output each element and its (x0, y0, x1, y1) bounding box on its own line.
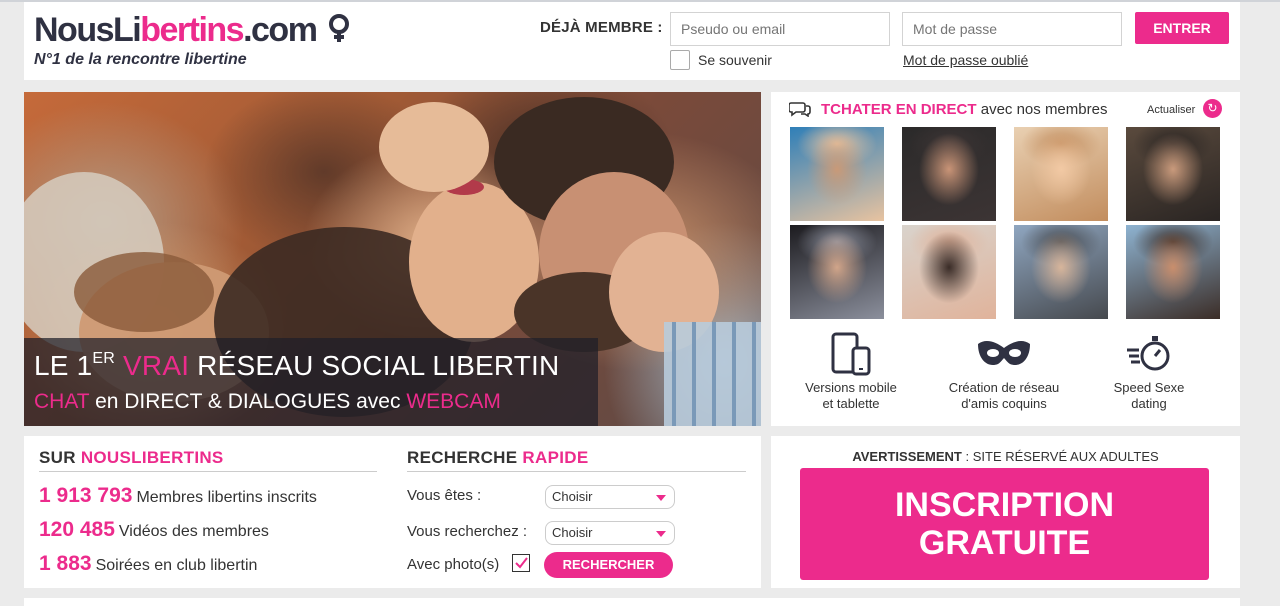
feature-mobile: Versions mobile et tablette (791, 332, 911, 412)
logo-text-pink: bertins (140, 11, 244, 49)
hero-line2-c: WEBCAM (406, 390, 501, 413)
stats-title-b: NOUSLIBERTINS (80, 448, 224, 467)
stat-soirees-value: 1 883 (39, 552, 92, 575)
next-section-strip (24, 598, 1240, 606)
chat-title: TCHATER EN DIRECT avec nos membres (821, 101, 1107, 118)
adult-warning: AVERTISSEMENT : SITE RÉSERVÉ AUX ADULTES (771, 449, 1240, 464)
you-are-select-value: Choisir (552, 489, 593, 504)
remember-label: Se souvenir (698, 52, 772, 68)
refresh-icon[interactable]: ↻ (1203, 99, 1222, 118)
site-logo[interactable]: NousLibertins.com (34, 12, 352, 50)
stopwatch-icon (1127, 336, 1170, 371)
signup-button[interactable]: INSCRIPTION GRATUITE (800, 468, 1209, 580)
warning-rest: : SITE RÉSERVÉ AUX ADULTES (965, 449, 1159, 464)
stat-members-value: 1 913 793 (39, 484, 133, 507)
feature-network-line2: d'amis coquins (961, 396, 1047, 411)
search-button[interactable]: RECHERCHER (544, 552, 673, 578)
mobile-tablet-icon (831, 332, 871, 376)
you-seek-select-value: Choisir (552, 525, 593, 540)
stats-title-a: SUR (39, 448, 76, 467)
member-photo-5[interactable] (790, 225, 884, 319)
member-photo-4[interactable] (1126, 127, 1220, 221)
feature-mobile-line1: Versions mobile (805, 380, 897, 395)
mask-icon (978, 341, 1030, 366)
chat-panel: TCHATER EN DIRECT avec nos membres Actua… (771, 92, 1240, 426)
chevron-down-icon (656, 495, 666, 501)
stat-members: 1 913 793 Membres libertins inscrits (39, 484, 317, 508)
password-input[interactable] (902, 12, 1122, 46)
member-photo-3[interactable] (1014, 127, 1108, 221)
you-are-label: Vous êtes : (407, 487, 482, 504)
you-are-select[interactable]: Choisir (545, 485, 675, 509)
checkmark-icon (515, 557, 528, 569)
signup-line2: GRATUITE (918, 524, 1091, 562)
feature-network-line1: Création de réseau (948, 380, 1060, 395)
you-seek-label: Vous recherchez : (407, 523, 528, 540)
forgot-password-link[interactable]: Mot de passe oublié (903, 52, 1028, 68)
hero-line1-a: LE 1 (34, 350, 93, 381)
hero-headline: LE 1ER VRAI RÉSEAU SOCIAL LIBERTIN (34, 350, 559, 382)
stat-soirees: 1 883 Soirées en club libertin (39, 552, 257, 576)
signup-line1: INSCRIPTION (894, 486, 1115, 524)
stats-divider (39, 471, 377, 472)
stat-videos: 120 485 Vidéos des membres (39, 518, 269, 542)
pseudo-input[interactable] (670, 12, 890, 46)
feature-speed-line1: Speed Sexe (1113, 380, 1185, 395)
hero-banner: LE 1ER VRAI RÉSEAU SOCIAL LIBERTIN CHAT … (24, 92, 761, 426)
refresh-label[interactable]: Actualiser (1147, 104, 1195, 116)
with-photo-label: Avec photo(s) (407, 556, 500, 573)
member-photo-2[interactable] (902, 127, 996, 221)
you-seek-select[interactable]: Choisir (545, 521, 675, 545)
remember-checkbox[interactable] (670, 50, 690, 70)
stat-members-label: Membres libertins inscrits (136, 489, 317, 506)
logo-text-dark: NousLi (34, 11, 142, 49)
hero-line2-b: en DIRECT & DIALOGUES avec (95, 390, 401, 413)
stats-title: SUR NOUSLIBERTINS (39, 448, 224, 468)
tagline: N°1 de la rencontre libertine (34, 51, 247, 68)
member-photo-7[interactable] (1014, 225, 1108, 319)
logo-text-domain: .com (243, 11, 318, 49)
hero-line1-b: VRAI (123, 350, 190, 381)
member-photo-1[interactable] (790, 127, 884, 221)
login-button[interactable]: ENTRER (1135, 12, 1229, 44)
chat-title-rest: avec nos membres (980, 101, 1108, 118)
member-photo-8[interactable] (1126, 225, 1220, 319)
chat-bubble-icon (789, 102, 811, 117)
hero-line2-a: CHAT (34, 390, 90, 413)
search-divider (407, 471, 746, 472)
search-title-a: RECHERCHE (407, 448, 518, 467)
signup-panel: AVERTISSEMENT : SITE RÉSERVÉ AUX ADULTES… (771, 436, 1240, 588)
stats-search-panel: SUR NOUSLIBERTINS 1 913 793 Membres liber… (24, 436, 761, 588)
hero-caption: LE 1ER VRAI RÉSEAU SOCIAL LIBERTIN CHAT … (24, 338, 598, 426)
member-photo-6[interactable] (902, 225, 996, 319)
hero-line1-sup: ER (92, 350, 116, 367)
stat-videos-label: Vidéos des membres (118, 523, 269, 540)
feature-network: Création de réseau d'amis coquins (934, 332, 1074, 412)
login-label: DÉJÀ MEMBRE : (540, 19, 663, 36)
hero-subline: CHAT en DIRECT & DIALOGUES avec WEBCAM (34, 390, 501, 414)
feature-mobile-line2: et tablette (822, 396, 880, 411)
search-title-b: RAPIDE (522, 448, 589, 467)
chevron-down-icon (656, 531, 666, 537)
stat-soirees-label: Soirées en club libertin (95, 557, 258, 574)
with-photo-checkbox[interactable] (512, 554, 530, 572)
warning-bold: AVERTISSEMENT (852, 449, 962, 464)
hero-line1-c: RÉSEAU SOCIAL LIBERTIN (197, 350, 560, 381)
stat-videos-value: 120 485 (39, 518, 115, 541)
gender-symbol-icon (326, 13, 352, 50)
header: NousLibertins.com N°1 de la rencontre li… (24, 2, 1240, 80)
feature-speed: Speed Sexe dating (1089, 332, 1209, 412)
chat-title-pink: TCHATER EN DIRECT (821, 101, 977, 118)
feature-speed-line2: dating (1131, 396, 1167, 411)
search-title: RECHERCHE RAPIDE (407, 448, 588, 468)
